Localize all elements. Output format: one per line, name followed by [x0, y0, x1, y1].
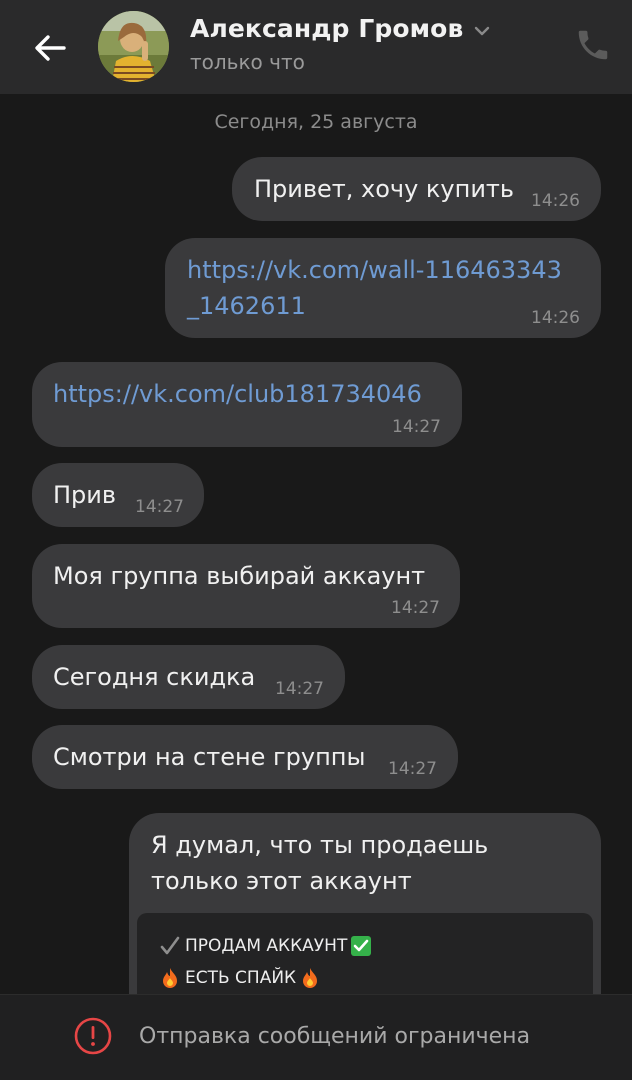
repost-line: ЕСТЬ СПАЙК — [159, 967, 321, 989]
message-text: Прив — [53, 481, 117, 509]
messaging-restricted-bar: Отправка сообщений ограничена — [0, 994, 632, 1080]
message-text: Моя группа выбирай аккаунт — [53, 562, 426, 590]
message-link[interactable]: https://vk.com/club181734046 — [53, 376, 422, 412]
chat-screen: Александр Громов только что Сегодня, 25 … — [0, 0, 632, 1080]
check-mark-icon — [160, 936, 180, 955]
message-bubble-outgoing[interactable]: Привет, хочу купить 14:26 — [232, 157, 601, 221]
avatar-image — [98, 11, 169, 82]
chat-header: Александр Громов только что — [0, 0, 632, 94]
message-text: Привет, хочу купить — [254, 175, 515, 203]
message-bubble-incoming[interactable]: Смотри на стене группы 14:27 — [32, 725, 458, 789]
exclamation-circle-icon — [74, 1017, 112, 1055]
message-text-continued: только этот аккаунт — [151, 867, 412, 895]
message-time: 14:27 — [388, 759, 437, 779]
message-text: Сегодня скидка — [53, 663, 256, 691]
message-time: 14:27 — [275, 679, 324, 699]
contact-status: только что — [190, 50, 305, 74]
phone-icon — [578, 30, 608, 60]
message-time: 14:27 — [392, 417, 441, 437]
message-text: Смотри на стене группы — [53, 743, 366, 771]
message-bubble-incoming[interactable]: Сегодня скидка 14:27 — [32, 645, 345, 709]
message-time: 14:27 — [391, 598, 440, 618]
contact-name: Александр Громов — [190, 14, 464, 43]
repost-line-text: ПРОДАМ АККАУНТ — [185, 936, 348, 956]
message-time: 14:26 — [531, 308, 580, 328]
message-bubble-incoming[interactable]: Прив 14:27 — [32, 463, 204, 527]
repost-line-text: ЕСТЬ СПАЙК — [185, 968, 297, 988]
avatar[interactable] — [98, 11, 169, 82]
message-bubble-incoming[interactable]: Моя группа выбирай аккаунт 14:27 — [32, 544, 460, 628]
message-bubble-incoming[interactable]: https://vk.com/club181734046 14:27 — [32, 362, 462, 447]
back-button[interactable] — [28, 26, 72, 70]
chevron-down-icon — [475, 26, 490, 35]
fire-icon — [303, 968, 318, 988]
message-time: 14:26 — [531, 191, 580, 211]
message-link[interactable]: https://vk.com/wall-116463343 — [187, 252, 562, 288]
message-link-continued[interactable]: _1462611 — [187, 288, 306, 324]
message-bubble-outgoing[interactable]: https://vk.com/wall-116463343 _1462611 1… — [165, 238, 601, 338]
call-button[interactable] — [574, 26, 612, 64]
date-separator: Сегодня, 25 августа — [214, 111, 418, 133]
check-box-icon — [351, 936, 372, 956]
arrow-left-icon — [35, 35, 66, 61]
message-text: Я думал, что ты продаешь — [151, 831, 489, 859]
restriction-text: Отправка сообщений ограничена — [139, 1024, 531, 1049]
message-time: 14:27 — [135, 497, 184, 517]
contact-name-dropdown[interactable]: Александр Громов — [190, 14, 491, 43]
repost-line: ПРОДАМ АККАУНТ — [159, 935, 372, 957]
fire-icon — [163, 968, 177, 988]
